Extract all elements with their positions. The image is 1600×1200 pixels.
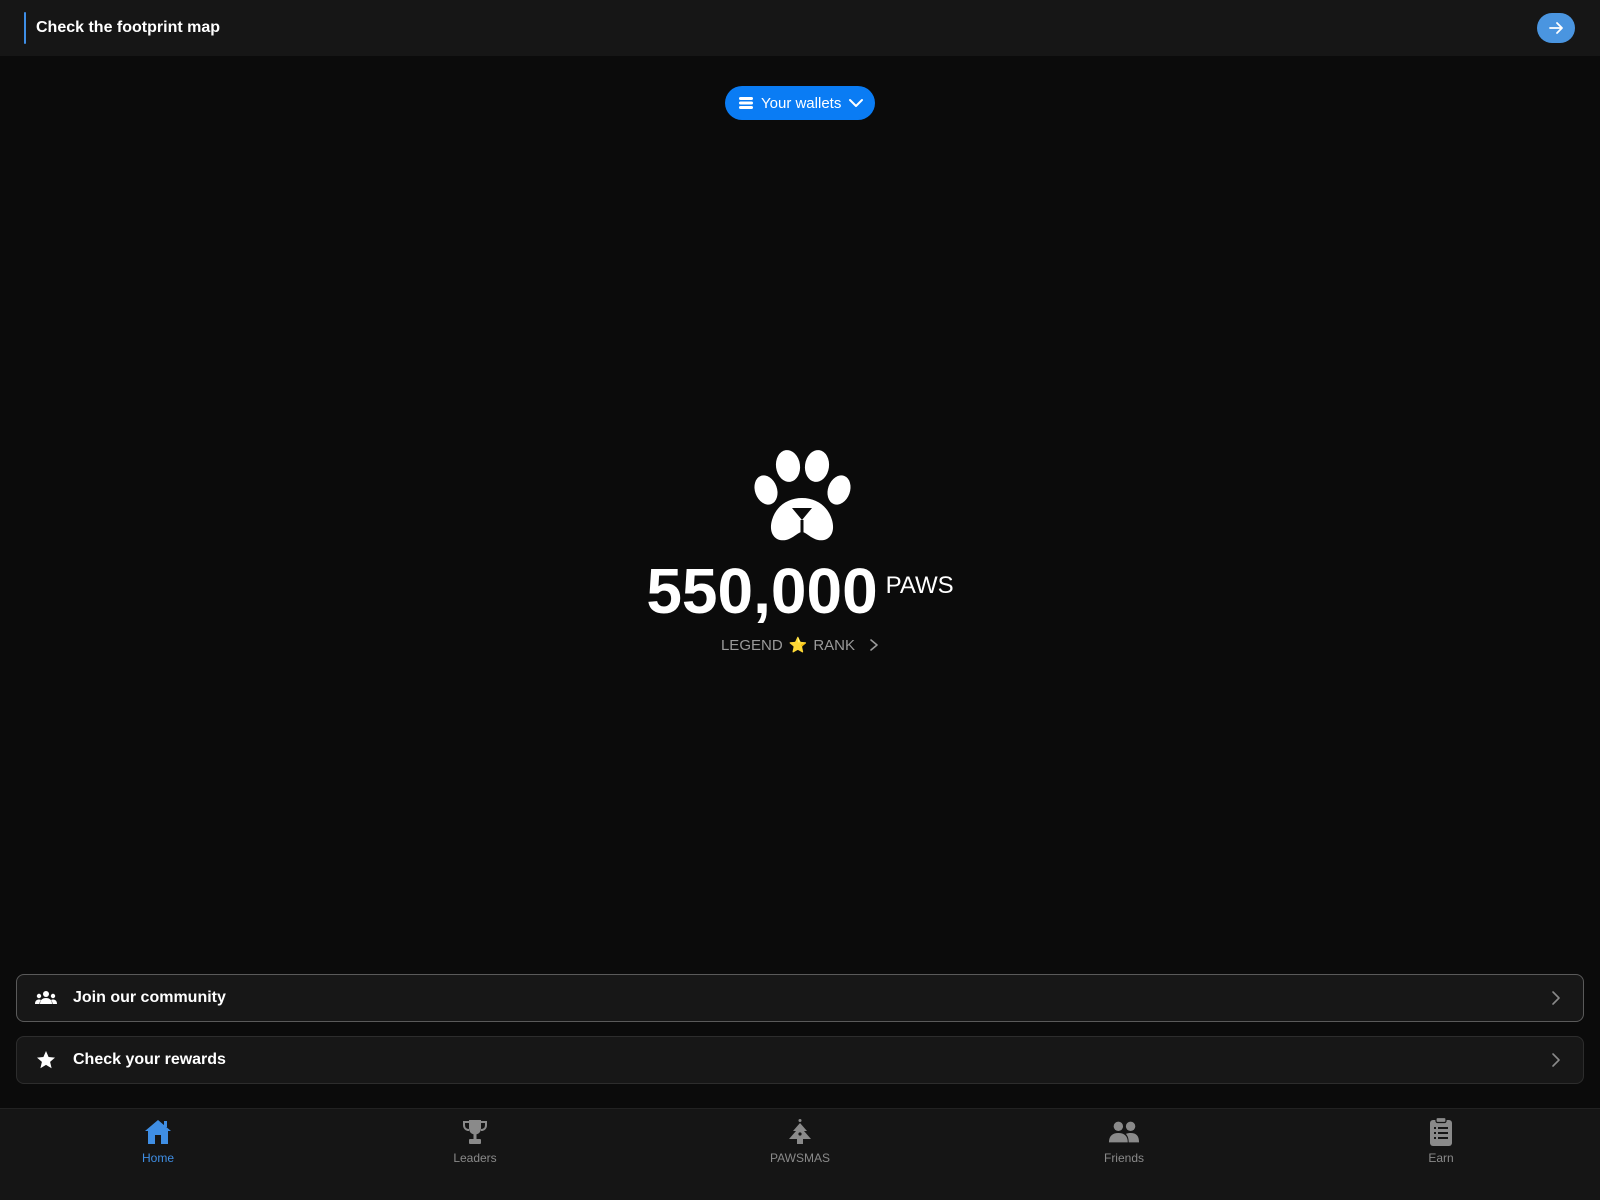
rank-suffix: RANK xyxy=(813,636,856,654)
balance-unit: PAWS xyxy=(885,572,954,599)
rank-prefix: LEGEND xyxy=(720,636,783,654)
nav-earn-label: Earn xyxy=(1428,1151,1454,1165)
trophy-icon xyxy=(459,1117,491,1147)
balance-value: 550,000 xyxy=(646,555,878,627)
check-rewards-button[interactable]: Check your rewards xyxy=(16,1036,1584,1084)
nav-earn[interactable]: Earn xyxy=(1381,1109,1501,1200)
chevron-down-icon xyxy=(848,97,864,109)
footprint-banner[interactable]: Check the footprint map xyxy=(0,0,1600,56)
rank-star-icon: ⭐ xyxy=(788,637,808,654)
your-wallets-button[interactable]: Your wallets xyxy=(725,86,875,120)
banner-arrow-button[interactable] xyxy=(1537,13,1575,43)
friends-icon xyxy=(1108,1117,1140,1147)
nav-friends[interactable]: Friends xyxy=(1064,1109,1184,1200)
wallet-stack-icon xyxy=(739,97,753,109)
nav-leaders[interactable]: Leaders xyxy=(415,1109,535,1200)
chevron-right-icon xyxy=(869,638,879,652)
nav-friends-label: Friends xyxy=(1103,1151,1144,1165)
wallet-label: Your wallets xyxy=(761,94,842,112)
nav-pawsmas[interactable]: PAWSMAS xyxy=(740,1109,860,1200)
nav-leaders-label: Leaders xyxy=(453,1151,497,1165)
banner-title[interactable]: Check the footprint map xyxy=(36,0,220,56)
nav-home[interactable]: Home xyxy=(98,1109,218,1200)
nav-home-label: Home xyxy=(141,1151,174,1165)
tree-icon xyxy=(784,1117,816,1147)
join-community-label: Join our community xyxy=(73,989,226,1006)
clipboard-icon xyxy=(1425,1117,1457,1147)
balance-display: 550,000 PAWS xyxy=(0,556,1600,626)
star-icon xyxy=(35,1049,57,1071)
bottom-nav: Home Leaders PAWSMAS Friends Earn xyxy=(0,1108,1600,1200)
app-root: Check the footprint map Your wallets 550… xyxy=(0,0,1600,1200)
paw-logo-icon xyxy=(754,450,851,541)
rank-link[interactable]: LEGEND ⭐ RANK xyxy=(0,634,1600,656)
arrow-right-icon xyxy=(1549,22,1563,34)
community-icon xyxy=(35,987,57,1009)
join-community-button[interactable]: Join our community xyxy=(16,974,1584,1022)
check-rewards-label: Check your rewards xyxy=(73,1051,226,1068)
chevron-right-icon xyxy=(1551,1052,1561,1068)
home-icon xyxy=(142,1117,174,1147)
banner-accent-bar xyxy=(24,12,26,44)
nav-pawsmas-label: PAWSMAS xyxy=(769,1151,830,1165)
chevron-right-icon xyxy=(1551,990,1561,1006)
